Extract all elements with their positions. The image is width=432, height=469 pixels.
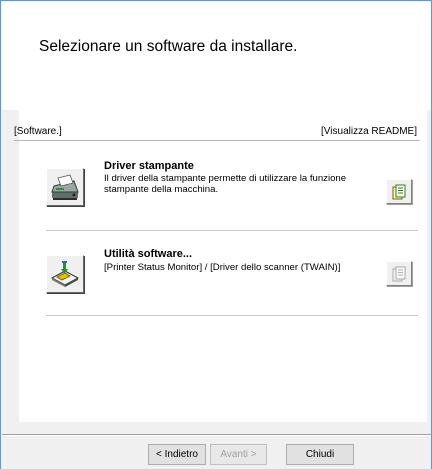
printer-driver-title: Driver stampante — [104, 160, 194, 172]
list-header-divider — [14, 140, 420, 141]
readme-column-label: [Visualizza README] — [321, 126, 417, 137]
software-utility-icon — [50, 261, 80, 287]
printer-driver-icon — [51, 174, 79, 200]
printer-driver-description: Il driver della stampante permette di ut… — [104, 173, 347, 195]
button-bar-divider — [2, 434, 431, 435]
software-utility-readme-button[interactable] — [386, 261, 412, 286]
printer-driver-button[interactable] — [46, 168, 84, 206]
page-heading: Selezionare un software da installare. — [39, 38, 298, 55]
software-utility-description: [Printer Status Monitor] / [Driver dello… — [104, 262, 341, 273]
item-divider — [46, 230, 418, 231]
readme-document-icon — [392, 184, 406, 199]
software-utility-button[interactable] — [46, 255, 84, 293]
readme-document-icon-disabled — [392, 266, 406, 281]
software-column-label: [Software.] — [14, 126, 62, 137]
close-button[interactable]: Chiudi — [286, 444, 354, 465]
software-utility-title: Utilità software... — [104, 248, 193, 260]
back-button[interactable]: < Indietro — [148, 444, 206, 465]
header-panel: Selezionare un software da installare. — [2, 2, 431, 110]
next-button[interactable]: Avanti > — [210, 444, 267, 465]
item-divider — [46, 315, 418, 316]
installer-window: Selezionare un software da installare. [… — [0, 0, 432, 469]
printer-driver-readme-button[interactable] — [386, 179, 412, 204]
